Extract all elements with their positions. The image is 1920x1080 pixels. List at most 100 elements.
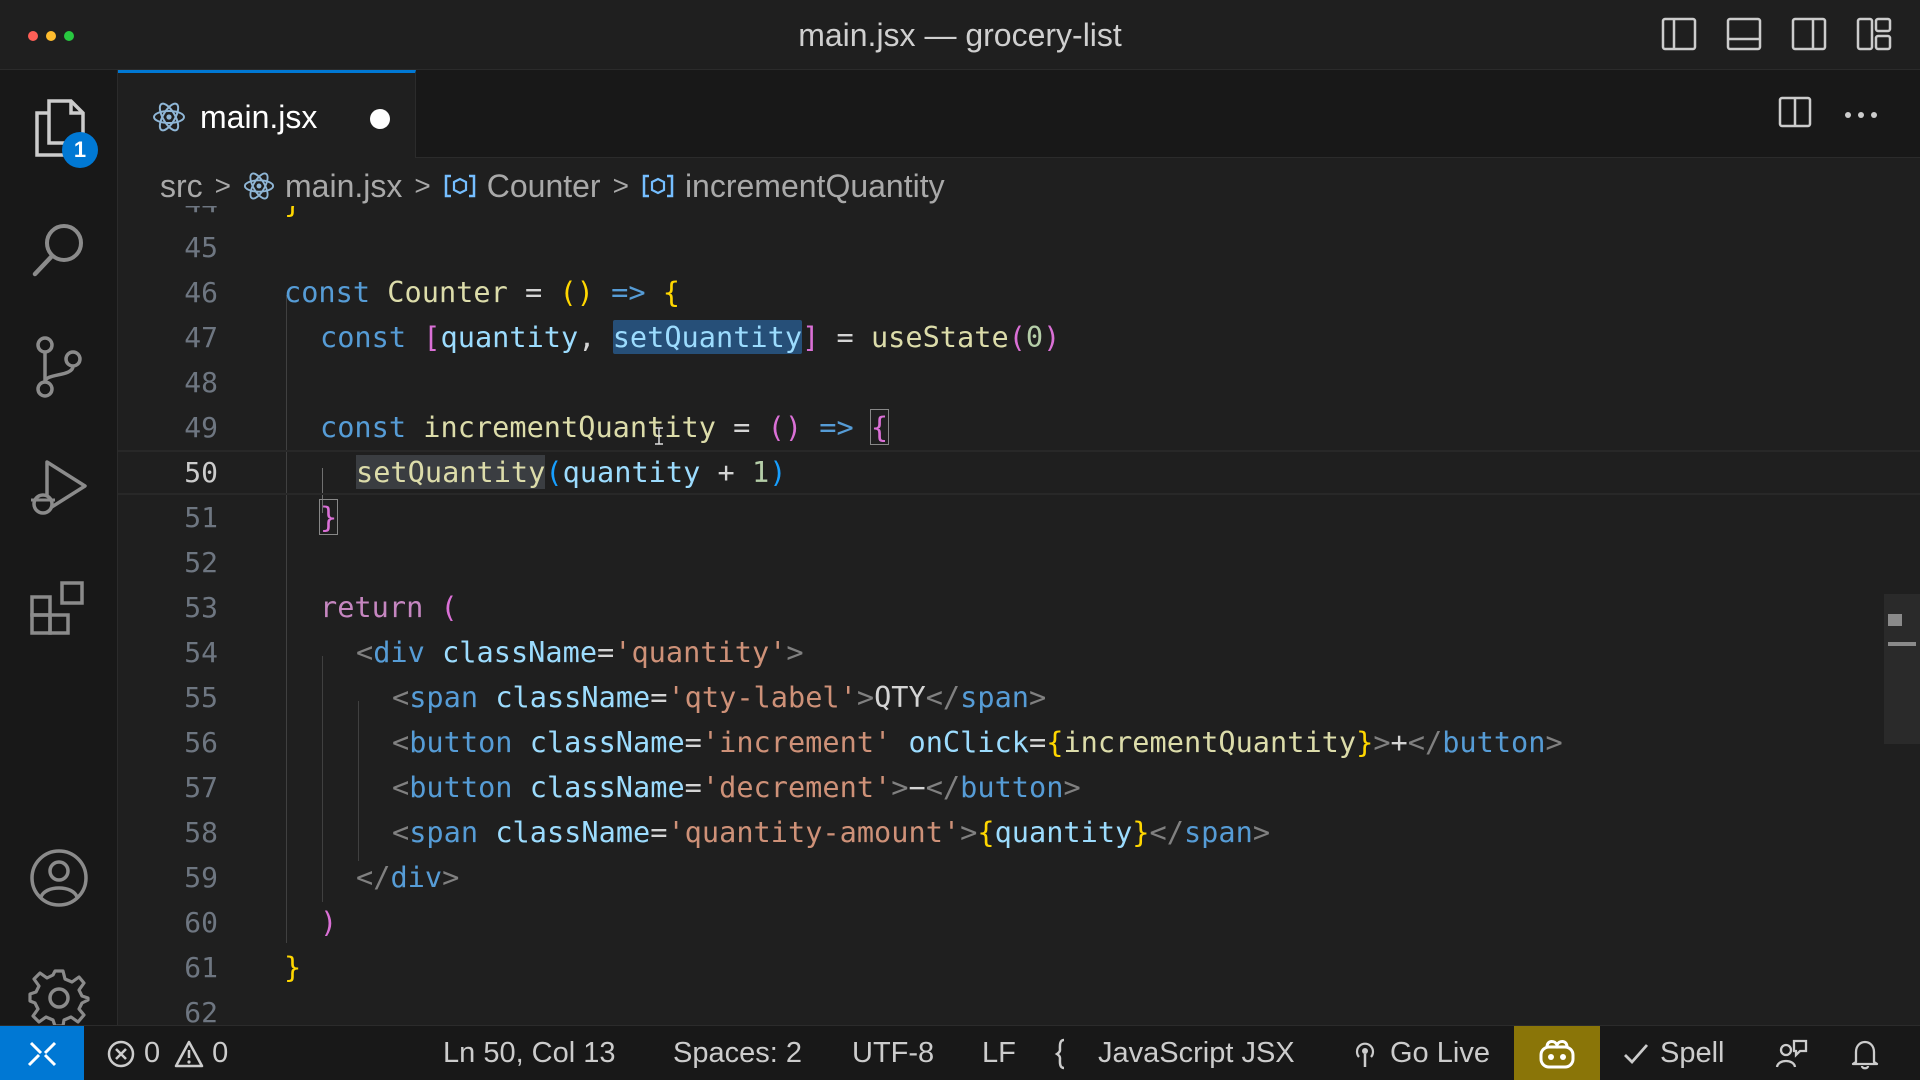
code-line: 56 <button className='increment' onClick… [118, 720, 1920, 765]
indentation[interactable]: Spaces: 2 [673, 1026, 802, 1080]
line-number: 62 [184, 996, 218, 1024]
explorer-badge: 1 [62, 132, 98, 168]
toggle-panel-icon[interactable] [1726, 16, 1762, 52]
code-line: 45 [118, 225, 1920, 270]
source-control-button[interactable] [24, 334, 94, 404]
accounts-button[interactable] [24, 845, 94, 915]
line-number: 45 [184, 231, 218, 264]
tab-main-jsx[interactable]: main.jsx [118, 70, 416, 158]
copilot-button[interactable] [1514, 1026, 1600, 1080]
go-live-button[interactable]: Go Live [1350, 1026, 1490, 1080]
check-icon [1624, 1043, 1649, 1064]
remote-indicator[interactable] [0, 1026, 84, 1080]
current-line: 50 setQuantity(quantity + 1) [118, 450, 1920, 495]
code-line: 61 } [118, 945, 1920, 990]
text-cursor-icon [655, 427, 663, 445]
split-editor-icon[interactable] [1778, 96, 1812, 133]
line-number: 49 [184, 411, 218, 444]
code-text: setQuantity(quantity + 1) [356, 455, 787, 489]
scrollbar-marker [1888, 642, 1916, 646]
feedback-button[interactable] [1774, 1026, 1808, 1080]
line-number: 54 [184, 636, 218, 669]
spell-check-button[interactable]: Spell [1622, 1026, 1725, 1080]
search-button[interactable] [24, 217, 94, 287]
go-live-label: Go Live [1390, 1037, 1490, 1069]
extensions-icon [28, 577, 90, 644]
line-number: 60 [184, 906, 218, 939]
line-number: 58 [184, 816, 218, 849]
code-line: 62 [118, 990, 1920, 1024]
breadcrumb-increment-quantity[interactable]: incrementQuantity [685, 168, 945, 205]
code-text: } [318, 499, 339, 535]
code-text: } [284, 206, 301, 225]
code-text: return ( [320, 590, 458, 624]
feedback-icon [1775, 1039, 1808, 1067]
error-count: 0 [144, 1037, 161, 1069]
warning-icon [174, 1040, 204, 1067]
code-line: 46 const Counter = () => { [118, 270, 1920, 315]
title-bar: main.jsx — grocery-list [0, 0, 1920, 70]
code-line: 58 <span className='quantity-amount'>{qu… [118, 810, 1920, 855]
line-number: 56 [184, 726, 218, 759]
braces-icon [1054, 1038, 1065, 1069]
code-line: 51 } [118, 495, 1920, 540]
breadcrumb-src[interactable]: src [160, 168, 203, 205]
line-number: 46 [184, 276, 218, 309]
line-number: 57 [184, 771, 218, 804]
problems-indicator[interactable]: 0 0 [106, 1026, 228, 1080]
chevron-right-icon: > [214, 170, 232, 201]
code-line: 59 </div> [118, 855, 1920, 900]
code-editor[interactable]: 44 } 45 46 const Counter = () => { 47 co… [118, 206, 1920, 1024]
notifications-button[interactable] [1850, 1026, 1880, 1080]
cursor-position[interactable]: Ln 50, Col 13 [443, 1026, 616, 1080]
search-icon [30, 221, 88, 284]
code-line: 54 <div className='quantity'> [118, 630, 1920, 675]
account-icon [28, 847, 90, 914]
settings-gear-icon [28, 967, 90, 1034]
code-text: } [284, 950, 302, 984]
activity-bar: 1 [0, 70, 118, 1028]
extensions-button[interactable] [24, 575, 94, 645]
customize-layout-icon[interactable] [1856, 16, 1892, 52]
code-text: const Counter = () => { [284, 275, 680, 309]
breadcrumb-counter[interactable]: Counter [487, 168, 601, 205]
line-number: 61 [184, 951, 218, 984]
unsaved-indicator[interactable] [370, 109, 390, 129]
encoding[interactable]: UTF-8 [852, 1026, 934, 1080]
code-line: 49 const incrementQuantity = () => { [118, 405, 1920, 450]
react-icon [152, 100, 186, 139]
line-number: 55 [184, 681, 218, 714]
symbol-method-icon [444, 174, 475, 198]
copilot-icon [1539, 1039, 1575, 1068]
tab-label: main.jsx [200, 99, 318, 135]
breadcrumb: src > main.jsx > Counter > incrementQuan… [160, 166, 945, 206]
toggle-primary-sidebar-icon[interactable] [1661, 16, 1697, 52]
chevron-right-icon: > [612, 170, 629, 201]
code-line: 57 <button className='decrement'>−</butt… [118, 765, 1920, 810]
editor-tab-bar: main.jsx [118, 70, 1920, 158]
code-line: 52 [118, 540, 1920, 585]
line-number: 44 [118, 206, 218, 225]
code-text: <div className='quantity'> [356, 635, 804, 669]
chevron-right-icon: > [414, 170, 431, 201]
code-line: 55 <span className='qty-label'>QTY</span… [118, 675, 1920, 720]
run-debug-button[interactable] [24, 455, 94, 525]
end-of-line[interactable]: LF [982, 1026, 1016, 1080]
remote-icon [27, 1041, 57, 1066]
status-bar: 0 0 Ln 50, Col 13 Spaces: 2 UTF-8 LF Jav… [0, 1025, 1920, 1080]
more-actions-icon[interactable] [1844, 106, 1878, 124]
code-line: 53 return ( [118, 585, 1920, 630]
window-title: main.jsx — grocery-list [798, 17, 1122, 53]
broadcast-icon [1355, 1042, 1375, 1067]
code-text: <span className='qty-label'>QTY</span> [392, 680, 1047, 714]
breadcrumb-file[interactable]: main.jsx [285, 168, 402, 205]
line-number: 51 [184, 501, 218, 534]
line-number: 59 [184, 861, 218, 894]
language-mode[interactable]: JavaScript JSX [1054, 1026, 1295, 1080]
code-text: ) [320, 905, 338, 939]
error-icon [107, 1040, 135, 1067]
toggle-secondary-sidebar-icon[interactable] [1791, 16, 1827, 52]
bell-icon [1851, 1040, 1879, 1069]
line-number: 50 [184, 456, 218, 489]
line-number: 53 [184, 591, 218, 624]
